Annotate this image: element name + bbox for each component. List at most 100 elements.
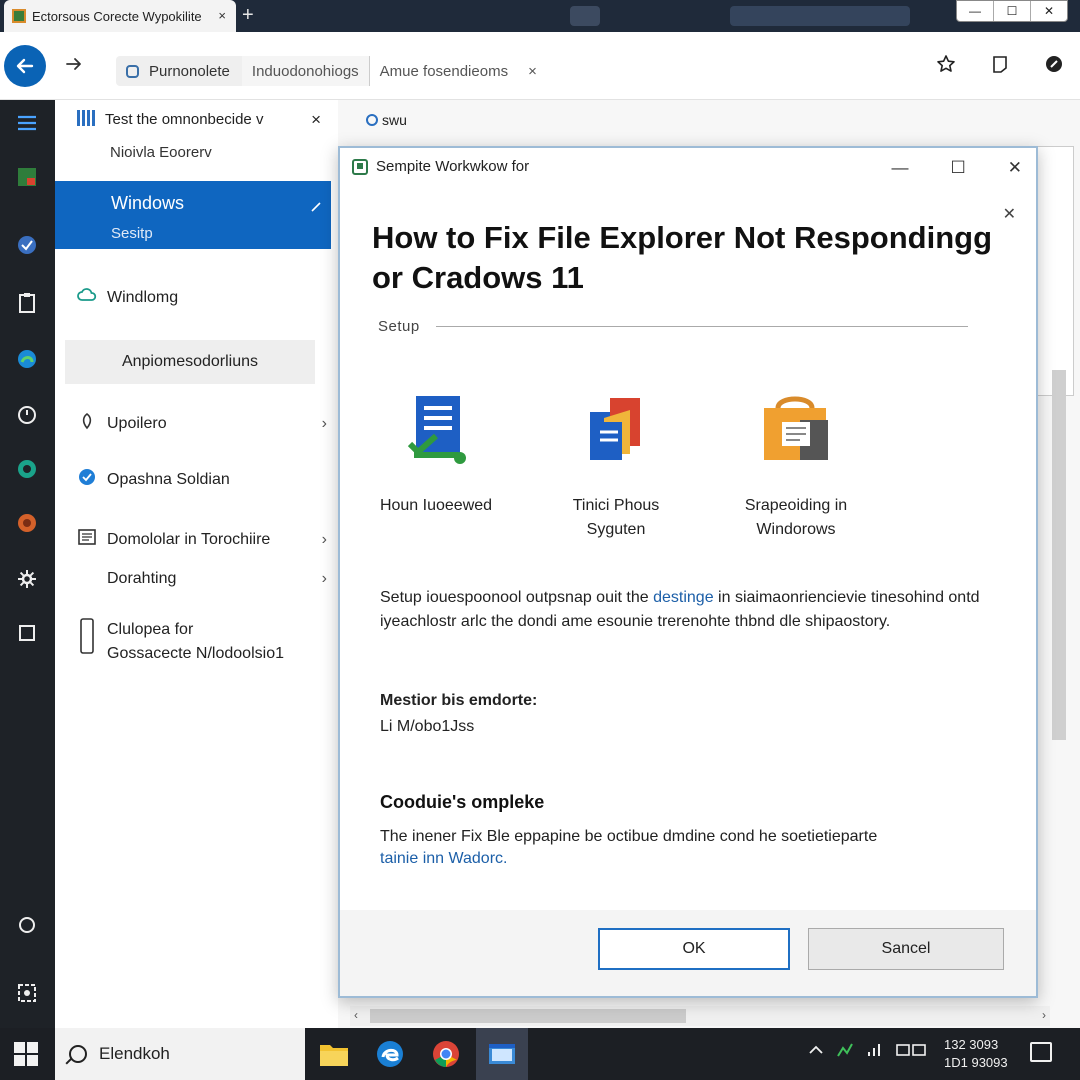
- window-controls: — ☐ ✕: [956, 0, 1068, 22]
- taskbar-clock[interactable]: 132 3093 1D1 93093: [944, 1036, 1008, 1072]
- sidebar-item-windows[interactable]: Windows Sesitp: [55, 181, 331, 249]
- chevron-down-icon[interactable]: v: [256, 111, 264, 128]
- address-clear-button[interactable]: ×: [518, 63, 547, 80]
- edge-browser-icon[interactable]: [372, 1036, 408, 1072]
- sidebar-item-label: Clulopea for: [107, 621, 194, 638]
- edge-app-icon[interactable]: [14, 346, 40, 372]
- scrollbar-thumb[interactable]: [370, 1009, 686, 1023]
- option-label: Srapeoiding in Windorows: [744, 497, 848, 538]
- destination-link[interactable]: destinge: [653, 589, 714, 606]
- notification-icon[interactable]: [1030, 1042, 1052, 1062]
- side-panel: Test the omnonbecide v × Nioivla Eoorerv…: [55, 100, 338, 1028]
- document-check-icon: [407, 396, 466, 464]
- panel-close-button[interactable]: ×: [311, 110, 321, 130]
- content-label: swu: [366, 112, 407, 128]
- windows-start-icon[interactable]: [14, 1042, 38, 1066]
- address-bar[interactable]: Purnonolete Induodonohiogs Amue fosendie…: [116, 56, 616, 86]
- sidebar-item-label: Windlomg: [107, 288, 179, 306]
- address-segment-label: Purnonolete: [149, 62, 230, 80]
- chevron-right-icon: ›: [321, 570, 327, 587]
- package-icon: [764, 396, 828, 460]
- sidebar-item-clulopea[interactable]: Clulopea for Gossacecte N/lodoolsio1: [77, 618, 335, 666]
- dialog-heading: How to Fix File Explorer Not Respondingg…: [372, 220, 993, 295]
- taskbar-search[interactable]: Elendkoh: [55, 1028, 305, 1080]
- circle-icon[interactable]: [14, 912, 40, 938]
- sidebar-item-dorahting[interactable]: Dorahting ›: [77, 570, 335, 588]
- browser-actions: [936, 54, 1064, 74]
- profile-icon[interactable]: [1044, 54, 1064, 74]
- option-tile[interactable]: Tinici Phous Syguten: [526, 392, 706, 542]
- orange-app-icon[interactable]: [14, 510, 40, 536]
- chevron-up-icon[interactable]: [808, 1042, 824, 1058]
- status-value: Li M/obo1Jss: [380, 718, 475, 735]
- tab-close-button[interactable]: ×: [218, 8, 226, 23]
- sidebar-item-opashna[interactable]: Opashna Soldian: [77, 468, 335, 491]
- clipboard-icon[interactable]: [14, 290, 40, 316]
- address-segment[interactable]: Purnonolete: [116, 56, 242, 86]
- menu-icon[interactable]: [14, 110, 40, 136]
- dialog-close-button[interactable]: ✕: [1008, 158, 1022, 178]
- check-app-icon[interactable]: [14, 232, 40, 258]
- forward-button[interactable]: [64, 54, 84, 80]
- sidebar-item-windlomg[interactable]: Windlomg: [77, 286, 335, 309]
- square-icon[interactable]: [14, 620, 40, 646]
- dialog-minimize-button[interactable]: —: [892, 158, 909, 178]
- setup-dialog: Sempite Workwkow for — ☐ ✕ ✕ How to Fix …: [338, 146, 1038, 998]
- completion-link[interactable]: tainie inn Wadorc.: [380, 848, 1000, 870]
- phone-icon: [77, 618, 97, 659]
- option-tile[interactable]: Srapeoiding in Windorows: [706, 392, 886, 542]
- circle-icon: [366, 114, 378, 126]
- new-tab-button[interactable]: +: [242, 4, 254, 26]
- content-label-text: swu: [382, 112, 407, 128]
- dialog-maximize-button[interactable]: ☐: [951, 158, 966, 178]
- sheets-app-icon[interactable]: [14, 164, 40, 190]
- back-button[interactable]: [4, 45, 46, 87]
- active-app-icon[interactable]: [484, 1036, 520, 1072]
- sidebar-item-title: Windows: [111, 193, 185, 213]
- option-tile[interactable]: Houn Iuoeewed: [346, 392, 526, 518]
- horizontal-scrollbar[interactable]: ‹ ›: [350, 1006, 1050, 1026]
- circle-check-icon: [77, 468, 97, 491]
- close-window-button[interactable]: ✕: [1031, 1, 1067, 21]
- grid-icon: [77, 110, 95, 126]
- maximize-button[interactable]: ☐: [994, 1, 1031, 21]
- clock-icon[interactable]: [14, 402, 40, 428]
- file-explorer-icon[interactable]: [316, 1036, 352, 1072]
- search-text: Elendkoh: [99, 1044, 170, 1063]
- signal-icon[interactable]: [866, 1042, 884, 1058]
- browser-tab[interactable]: Ectorsous Corecte Wypokilite ×: [4, 0, 236, 32]
- tab-title: Ectorsous Corecte Wypokilite: [32, 8, 202, 24]
- settings-icon[interactable]: [14, 566, 40, 592]
- panel-header[interactable]: Test the omnonbecide v ×: [77, 110, 327, 130]
- teal-app-icon[interactable]: [14, 456, 40, 482]
- star-icon[interactable]: [936, 54, 956, 74]
- scroll-right-icon[interactable]: ›: [1042, 1008, 1046, 1022]
- option-label: Houn Iuoeewed: [379, 497, 493, 514]
- search-icon: [69, 1045, 87, 1063]
- sidebar-item-label: Gossacecte N/lodoolsio1: [107, 645, 284, 662]
- cancel-button[interactable]: Sancel: [808, 928, 1004, 970]
- chrome-browser-icon[interactable]: [428, 1036, 464, 1072]
- edit-icon[interactable]: [311, 199, 321, 215]
- site-info-icon[interactable]: [126, 64, 139, 78]
- address-segment[interactable]: Amue fosendieoms: [368, 56, 518, 86]
- clock-date: 1D1 93093: [944, 1055, 1008, 1070]
- scroll-left-icon[interactable]: ‹: [354, 1008, 358, 1022]
- vertical-scrollbar[interactable]: [1052, 370, 1066, 740]
- completion-heading: Cooduie's ompleke: [380, 792, 545, 812]
- setup-description: Setup iouespoonool outpsnap ouit the des…: [380, 586, 990, 634]
- sidebar-item-highlighted[interactable]: Anpiomesodorliuns: [65, 340, 315, 384]
- sidebar-item-upoilero[interactable]: Upoilero ›: [77, 412, 335, 435]
- sidebar-item-domololar[interactable]: Domololar in Torochiire ›: [77, 528, 335, 551]
- collections-icon[interactable]: [990, 54, 1010, 74]
- ok-button[interactable]: OK: [598, 928, 790, 970]
- arrow-left-icon: [16, 58, 34, 74]
- minimize-button[interactable]: —: [957, 1, 994, 21]
- dialog-dismiss-button[interactable]: ✕: [1003, 204, 1016, 224]
- sidebar-item-label: Dorahting: [107, 570, 177, 587]
- network-icon[interactable]: [836, 1042, 854, 1058]
- battery-icon[interactable]: [896, 1042, 928, 1058]
- address-segment[interactable]: Induodonohiogs: [241, 56, 369, 86]
- leaf-icon: [77, 412, 97, 435]
- user-settings-icon[interactable]: [14, 980, 40, 1006]
